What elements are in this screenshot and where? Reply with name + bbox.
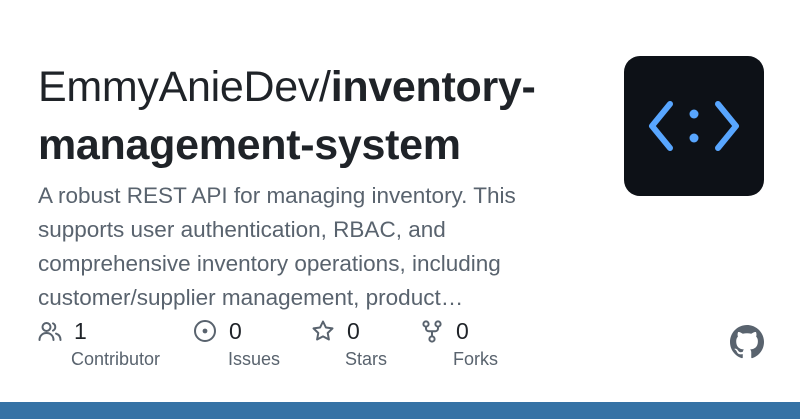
stat-forks[interactable]: 0 Forks [420,316,530,376]
fork-icon [422,320,442,343]
github-octocat-icon[interactable] [730,325,764,359]
issues-count: 0 [229,317,242,344]
code-brackets-icon [649,101,739,151]
issue-circle-icon [194,320,216,342]
repo-name-line1[interactable]: inventory- [331,63,536,111]
stat-contributors[interactable]: 1 Contributor [38,316,188,376]
contributors-count: 1 [74,317,87,344]
repo-name-line2[interactable]: management-system [38,121,461,169]
repo-title[interactable]: EmmyAnieDev/inventory-management-system [38,58,598,174]
stars-label: Stars [345,349,388,369]
star-icon [312,320,334,341]
issues-label: Issues [228,349,281,369]
people-icon [38,322,62,341]
contributors-label: Contributor [71,349,161,369]
stat-stars[interactable]: 0 Stars [311,316,411,376]
repo-owner[interactable]: EmmyAnieDev/ [38,63,331,111]
language-bar [0,402,800,419]
forks-count: 0 [456,317,469,344]
stars-count: 0 [347,317,360,344]
stat-issues[interactable]: 0 Issues [193,316,303,376]
forks-label: Forks [453,349,498,369]
repo-logo [624,56,764,196]
repo-description: A robust REST API for managing inventory… [38,183,516,310]
